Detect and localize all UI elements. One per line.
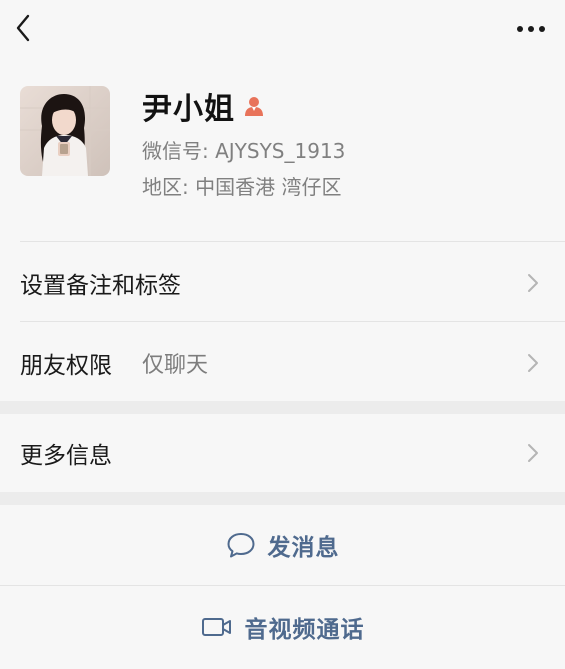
profile-section: 尹小姐 微信号: AJYSYS_1913 地区: 中国香港 湾仔区 设置备注和标… bbox=[0, 0, 565, 401]
avatar[interactable] bbox=[20, 86, 110, 176]
chevron-right-icon bbox=[528, 444, 538, 462]
friend-permission-value: 仅聊天 bbox=[142, 353, 209, 378]
friend-permission-label: 朋友权限 bbox=[20, 353, 112, 379]
region: 地区: 中国香港 湾仔区 bbox=[142, 175, 342, 199]
navigation-bar bbox=[0, 0, 565, 60]
send-message-button[interactable]: 发消息 bbox=[0, 505, 565, 585]
speech-bubble-icon bbox=[227, 533, 254, 558]
contact-profile-page: 尹小姐 微信号: AJYSYS_1913 地区: 中国香港 湾仔区 设置备注和标… bbox=[0, 0, 565, 669]
chevron-left-icon bbox=[16, 14, 30, 42]
video-call-label: 音视频通话 bbox=[244, 617, 365, 643]
more-info-label: 更多信息 bbox=[20, 443, 112, 469]
set-remark-tags-row[interactable]: 设置备注和标签 bbox=[0, 244, 565, 322]
video-call-button[interactable]: 音视频通话 bbox=[0, 587, 565, 667]
chevron-right-icon bbox=[528, 354, 538, 372]
wechat-id: 微信号: AJYSYS_1913 bbox=[142, 139, 346, 163]
contact-name: 尹小姐 bbox=[142, 92, 235, 127]
send-message-label: 发消息 bbox=[267, 535, 340, 561]
chevron-right-icon bbox=[528, 274, 538, 292]
divider bbox=[0, 585, 565, 586]
more-info-section: 更多信息 bbox=[0, 414, 565, 492]
more-options-button[interactable] bbox=[515, 18, 547, 40]
friend-permission-row[interactable]: 朋友权限 仅聊天 bbox=[0, 324, 565, 402]
more-dots-icon bbox=[517, 26, 545, 32]
more-info-row[interactable]: 更多信息 bbox=[0, 414, 565, 492]
person-icon bbox=[245, 97, 263, 116]
actions-section: 发消息 音视频通话 bbox=[0, 505, 565, 669]
set-remark-tags-label: 设置备注和标签 bbox=[20, 273, 181, 299]
divider bbox=[20, 241, 565, 242]
avatar-photo bbox=[20, 86, 110, 176]
video-camera-icon bbox=[201, 618, 231, 636]
divider bbox=[20, 321, 565, 322]
back-button[interactable] bbox=[10, 10, 44, 46]
name-row: 尹小姐 bbox=[142, 86, 265, 127]
